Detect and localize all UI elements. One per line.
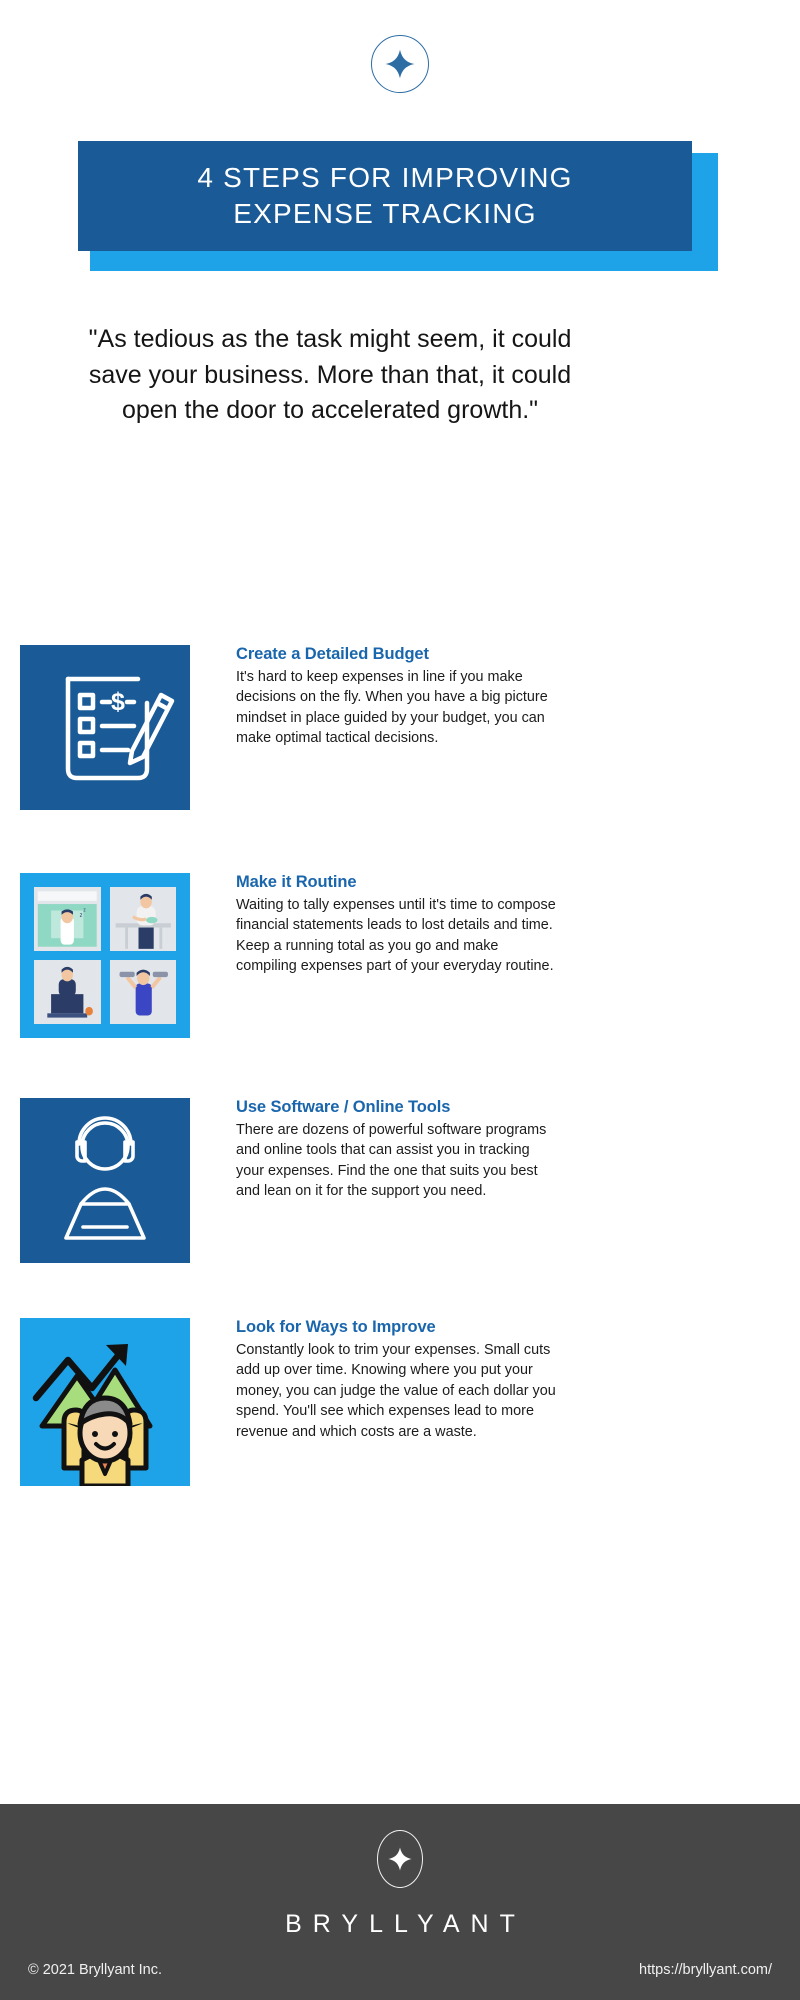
growth-chart-person-icon	[20, 1318, 190, 1486]
video-pane-working	[34, 960, 101, 1024]
step-card-4-text: Look for Ways to Improve Constantly look…	[236, 1318, 556, 1442]
step-card-3-body: There are dozens of powerful software pr…	[236, 1121, 547, 1200]
step-card-1-body: It's hard to keep expenses in line if yo…	[236, 668, 548, 747]
step-card-2-body: Waiting to tally expenses until it's tim…	[236, 896, 556, 975]
top-logo	[0, 35, 800, 93]
header-banner: 4 STEPS FOR IMPROVING EXPENSE TRACKING	[78, 141, 718, 271]
footer-logo-oval	[377, 1830, 423, 1888]
step-card-3-title: Use Software / Online Tools	[236, 1098, 451, 1116]
video-pane-sleeping: z z	[34, 887, 101, 951]
banner-panel: 4 STEPS FOR IMPROVING EXPENSE TRACKING	[78, 141, 692, 251]
infographic-page: 4 STEPS FOR IMPROVING EXPENSE TRACKING "…	[0, 0, 800, 2000]
step-card-4-body: Constantly look to trim your expenses. S…	[236, 1341, 556, 1440]
footer-brand-name: BRYLLYANT	[285, 1910, 526, 1938]
pull-quote: "As tedious as the task might seem, it c…	[88, 325, 572, 424]
step-card-1-title: Create a Detailed Budget	[236, 645, 429, 663]
step-card-2-title: Make it Routine	[236, 873, 357, 891]
step-card-4-title: Look for Ways to Improve	[236, 1318, 436, 1336]
footer-website-link[interactable]: https://bryllyant.com/	[639, 1962, 772, 1978]
footer-copyright: © 2021 Bryllyant Inc.	[28, 1962, 162, 1978]
svg-text:$: $	[111, 688, 125, 716]
video-pane-eating	[109, 887, 176, 951]
page-title: 4 STEPS FOR IMPROVING EXPENSE TRACKING	[197, 162, 573, 229]
step-card-3-text: Use Software / Online Tools There are do…	[236, 1098, 556, 1202]
logo-circle	[371, 35, 429, 93]
footer-logo	[0, 1830, 800, 1888]
video-call-grid-icon: z z	[20, 873, 190, 1038]
video-grid: z z	[34, 887, 176, 1024]
svg-text:z: z	[80, 913, 83, 919]
video-pane-exercising	[109, 960, 176, 1024]
footer: BRYLLYANT © 2021 Bryllyant Inc. https://…	[0, 1804, 800, 2000]
budget-clipboard-pencil-icon: $	[20, 645, 190, 810]
person-laptop-headset-icon	[20, 1098, 190, 1263]
four-point-star-icon	[385, 49, 415, 79]
four-point-star-icon	[388, 1847, 412, 1871]
step-card-1-text: Create a Detailed Budget It's hard to ke…	[236, 645, 556, 749]
step-card-2-text: Make it Routine Waiting to tally expense…	[236, 873, 556, 977]
